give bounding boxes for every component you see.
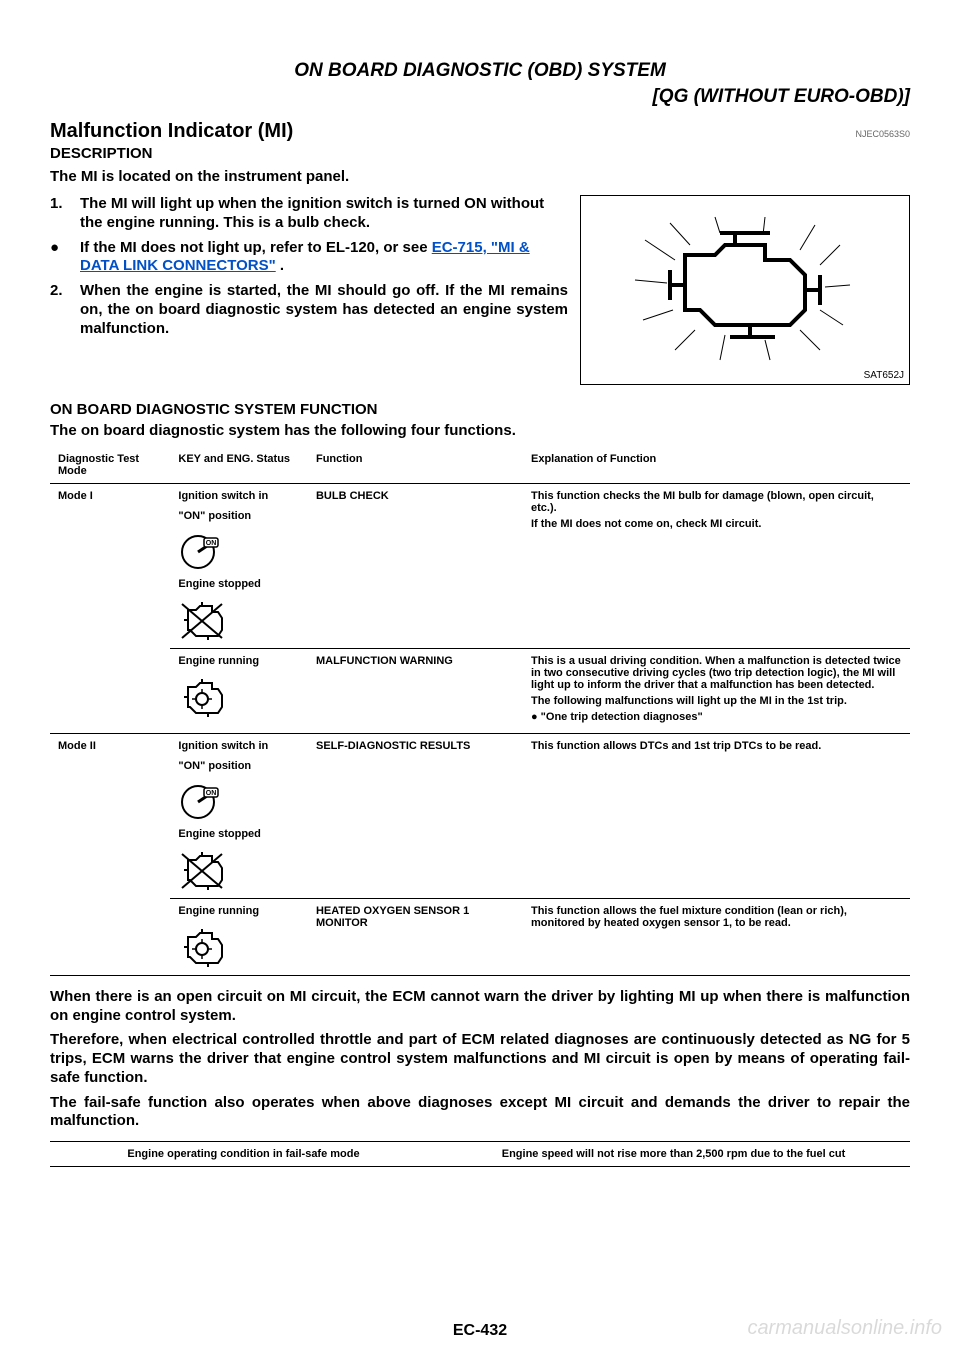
table-row: Engine running HEATED OXYGEN SENSOR 1 MO…: [50, 898, 910, 975]
engine-stopped-text-b: Engine stopped: [178, 828, 300, 840]
obd-function-intro: The on board diagnostic system has the f…: [50, 422, 910, 441]
mode1-func1: BULB CHECK: [308, 483, 523, 648]
engine-stopped-icon: [178, 598, 226, 642]
bullet-before: If the MI does not light up, refer to EL…: [80, 239, 432, 256]
key-on-text1b: Ignition switch in: [178, 740, 300, 752]
mi-intro: The MI is located on the instrument pane…: [50, 168, 910, 185]
mode1-exp2: This is a usual driving condition. When …: [523, 648, 910, 733]
page-header-line2: [QG (WITHOUT EURO-OBD)]: [50, 86, 910, 108]
th-exp: Explanation of Function: [523, 447, 910, 484]
watermark: carmanualsonline.info: [747, 1317, 942, 1340]
engine-running-text-b: Engine running: [178, 905, 300, 917]
table-row: Engine running MALFUNCTION WARNING This …: [50, 648, 910, 733]
figure-label: SAT652J: [864, 370, 904, 381]
step-1-num: 1.: [50, 195, 68, 233]
mode1-exp1: This function checks the MI bulb for dam…: [523, 483, 910, 648]
step-2-text: When the engine is started, the MI shoul…: [80, 282, 568, 338]
key-on-text2: "ON" position: [178, 510, 300, 522]
page-number: EC-432: [453, 1322, 507, 1340]
mode1-exp1-1: This function checks the MI bulb for dam…: [531, 490, 902, 514]
mode2-exp2: This function allows the fuel mixture co…: [523, 898, 910, 975]
th-mode: Diagnostic Test Mode: [50, 447, 170, 484]
mode1-label: Mode I: [50, 483, 170, 733]
mode1-exp2-2: The following malfunctions will light up…: [531, 695, 902, 707]
engine-running-icon: [178, 925, 226, 969]
svg-text:ON: ON: [206, 540, 217, 547]
bullet-text: If the MI does not light up, refer to EL…: [80, 239, 568, 277]
engine-running-icon: [178, 675, 226, 719]
mode2-exp1: This function allows DTCs and 1st trip D…: [523, 733, 910, 898]
bullet-after: .: [276, 257, 284, 274]
obd-function-title: ON BOARD DIAGNOSTIC SYSTEM FUNCTION: [50, 401, 910, 418]
mode1-key-running: Engine running: [170, 648, 308, 733]
failsafe-left: Engine operating condition in fail-safe …: [50, 1142, 437, 1167]
step-2-num: 2.: [50, 282, 68, 338]
mode2-key-stopped: Ignition switch in "ON" position ON Engi…: [170, 733, 308, 898]
key-on-text2b: "ON" position: [178, 760, 300, 772]
engine-stopped-icon: [178, 848, 226, 892]
mode1-exp1-2: If the MI does not come on, check MI cir…: [531, 518, 902, 530]
key-on-icon: ON: [178, 780, 226, 824]
note-para3: The fail-safe function also operates whe…: [50, 1094, 910, 1132]
section-title: Malfunction Indicator (MI): [50, 120, 293, 143]
mode2-func2: HEATED OXYGEN SENSOR 1 MONITOR: [308, 898, 523, 975]
bullet-dot: ●: [50, 239, 68, 277]
diagnostic-table: Diagnostic Test Mode KEY and ENG. Status…: [50, 447, 910, 976]
table-row: Mode II Ignition switch in "ON" position…: [50, 733, 910, 898]
mode1-exp2-bullet: ● "One trip detection diagnoses": [531, 711, 902, 723]
th-func: Function: [308, 447, 523, 484]
mode2-label: Mode II: [50, 733, 170, 975]
mode2-func1: SELF-DIAGNOSTIC RESULTS: [308, 733, 523, 898]
mode1-exp2-1: This is a usual driving condition. When …: [531, 655, 902, 691]
mode1-func2: MALFUNCTION WARNING: [308, 648, 523, 733]
description-label: DESCRIPTION: [50, 145, 910, 162]
mode2-key-running: Engine running: [170, 898, 308, 975]
th-key: KEY and ENG. Status: [170, 447, 308, 484]
note-para2: Therefore, when electrical controlled th…: [50, 1031, 910, 1087]
engine-stopped-text: Engine stopped: [178, 578, 300, 590]
svg-text:ON: ON: [206, 790, 217, 797]
key-on-icon: ON: [178, 530, 226, 574]
engine-warning-icon: [625, 215, 865, 365]
page-header-line1: ON BOARD DIAGNOSTIC (OBD) SYSTEM: [50, 60, 910, 82]
step-1-text: The MI will light up when the ignition s…: [80, 195, 568, 233]
mode1-key-stopped: Ignition switch in "ON" position ON Engi…: [170, 483, 308, 648]
note-para1: When there is an open circuit on MI circ…: [50, 988, 910, 1026]
key-on-text1: Ignition switch in: [178, 490, 300, 502]
engine-running-text: Engine running: [178, 655, 300, 667]
mi-figure: SAT652J: [580, 195, 910, 385]
table-row: Mode I Ignition switch in "ON" position …: [50, 483, 910, 648]
section-code: NJEC0563S0: [855, 129, 910, 139]
failsafe-table: Engine operating condition in fail-safe …: [50, 1141, 910, 1167]
failsafe-right: Engine speed will not rise more than 2,5…: [437, 1142, 910, 1167]
